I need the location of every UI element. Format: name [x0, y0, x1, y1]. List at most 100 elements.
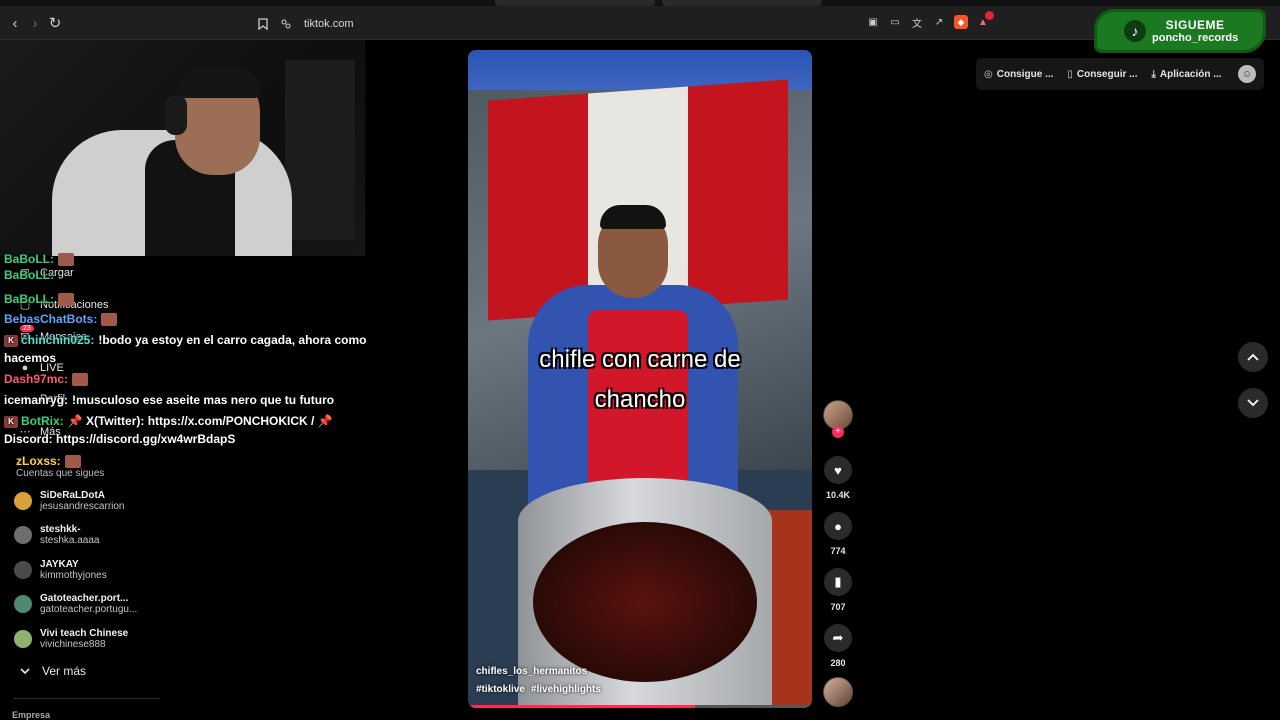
following-name: steshkk-	[40, 524, 81, 535]
chat-username: BaBoLL:	[4, 252, 54, 266]
chat-message: BaBoLL:	[4, 290, 74, 308]
save-count: 707	[830, 602, 846, 612]
address-bar[interactable]: tiktok.com	[258, 14, 354, 34]
hashtag-link[interactable]: #tiktoklive	[476, 684, 525, 695]
chat-emote	[58, 293, 74, 307]
reload-button[interactable]: ↻	[46, 14, 64, 32]
like-action: ♥ 10.4K	[824, 456, 852, 500]
save-button[interactable]: ▮	[824, 568, 852, 596]
browser-toolbar: ‹ › ↻ tiktok.com ▣ ▭ 文 ↗ ◆ ▲	[0, 0, 1280, 40]
back-icon: ‹	[12, 14, 18, 32]
bookmark-icon[interactable]	[258, 18, 268, 30]
following-handle: kimmothyjones	[40, 570, 107, 581]
screen-cast-icon[interactable]: ▭	[888, 15, 902, 29]
video-scene-liquid	[533, 522, 757, 682]
following-item[interactable]: steshkk-steshka.aaaa	[14, 524, 100, 546]
following-handle: steshka.aaaa	[40, 535, 100, 546]
like-button[interactable]: ♥	[824, 456, 852, 484]
like-count: 10.4K	[825, 490, 851, 500]
chat-message: Dash97mc:	[4, 370, 89, 388]
following-item[interactable]: Vivi teach Chinese vivichinese888	[14, 628, 128, 650]
footer-section-label: Empresa	[12, 710, 51, 720]
video-progress-fill	[468, 705, 696, 708]
avatar	[14, 526, 32, 544]
site-info-icon[interactable]	[280, 18, 292, 30]
brave-shield-icon[interactable]: ◆	[954, 15, 968, 29]
user-avatar[interactable]: ☺	[1238, 65, 1256, 83]
reader-mode-icon[interactable]: ▣	[866, 15, 880, 29]
following-item[interactable]: SiDeRaLDotA jesusandrescarrion	[14, 490, 125, 512]
download-icon: ⤓	[1151, 68, 1156, 80]
music-disc-avatar[interactable]	[823, 677, 853, 707]
avatar	[14, 561, 32, 579]
reload-icon: ↻	[48, 15, 62, 32]
top-actions-bar: ◎ Consigue ... ▯ Conseguir ... ⤓ Aplicación…	[976, 58, 1264, 90]
vpn-icon[interactable]: ▲	[976, 11, 994, 29]
coin-icon: ◎	[984, 68, 993, 80]
next-video-button[interactable]	[1238, 388, 1268, 418]
forward-button[interactable]: ›	[26, 14, 44, 32]
chevron-up-icon	[1247, 353, 1259, 361]
following-item[interactable]: JAYKAY kimmothyjones	[14, 559, 107, 581]
following-name: Vivi teach Chinese	[40, 628, 129, 639]
get-app-button[interactable]: ▯ Conseguir ...	[1067, 69, 1137, 80]
comment-icon: ●	[834, 518, 842, 534]
video-player[interactable]: chifle con carne de chancho chifles_los_…	[468, 50, 812, 708]
share-action: ➦ 280	[824, 624, 852, 668]
forward-icon: ›	[32, 14, 38, 32]
comment-button[interactable]: ●	[824, 512, 852, 540]
following-item[interactable]: Gatoteacher.port... gatoteacher.portugu..…	[14, 593, 137, 615]
back-button[interactable]: ‹	[6, 14, 24, 32]
see-more-button[interactable]: Ver más	[20, 664, 86, 678]
browser-tab[interactable]	[662, 0, 822, 6]
pill-label: Consigue ...	[996, 68, 1054, 80]
share-icon[interactable]: ↗	[932, 15, 946, 29]
chat-emote	[64, 455, 81, 469]
avatar	[14, 492, 32, 510]
vpn-badge	[985, 11, 994, 20]
tab-strip	[0, 0, 1280, 6]
avatar	[14, 595, 32, 613]
chevron-down-icon	[20, 668, 30, 675]
chat-message: Kchinchin025: !bodo ya estoy en el carro …	[4, 331, 369, 367]
follow-plus-icon[interactable]: +	[832, 426, 844, 438]
pill-label: Conseguir ...	[1076, 68, 1138, 80]
get-coins-button[interactable]: ◎ Consigue ...	[984, 69, 1053, 80]
chat-username: BaBoLL:	[4, 268, 54, 282]
previous-video-button[interactable]	[1238, 342, 1268, 372]
download-app-button[interactable]: ⤓ Aplicación ...	[1151, 69, 1221, 80]
video-progress-bar[interactable]	[468, 705, 812, 708]
chat-emote	[72, 373, 89, 387]
tiktok-logo-icon: ♪	[1124, 20, 1146, 42]
video-author[interactable]: chifles_los_hermanitos	[476, 666, 587, 677]
url-text[interactable]: tiktok.com	[304, 18, 354, 30]
following-name: SiDeRaLDotA	[40, 490, 106, 501]
chat-message: icemanryg: !musculoso ese aseite mas nero…	[4, 391, 334, 409]
following-handle: gatoteacher.portugu...	[40, 604, 138, 615]
see-more-label: Ver más	[42, 664, 87, 678]
kick-badge-icon: K	[4, 415, 18, 428]
chat-emote	[101, 313, 118, 327]
hashtag-link[interactable]: #livehighlights	[531, 684, 601, 695]
extension-icons: ▣ ▭ 文 ↗ ◆ ▲	[866, 11, 994, 30]
chat-username: BebasChatBots:	[4, 312, 98, 326]
following-section-title: Cuentas que sigues	[16, 468, 105, 479]
chat-username: icemanryg:	[4, 393, 69, 407]
following-name: JAYKAY	[40, 559, 79, 570]
caption-line-2: chancho	[594, 386, 686, 413]
webcam-overlay	[0, 40, 365, 256]
comment-action: ● 774	[824, 512, 852, 556]
phone-icon: ▯	[1067, 68, 1073, 80]
chat-text: !musculoso ese aseite mas nero que tu fu…	[72, 393, 335, 407]
chat-username: zLoxss:	[16, 454, 61, 468]
browser-tab[interactable]	[495, 0, 655, 6]
chat-message: BebasChatBots:	[4, 310, 118, 328]
save-action: ▮ 707	[824, 568, 852, 612]
video-tags: #tiktoklive #livehighlights	[476, 684, 601, 695]
chat-username: BotRix:	[21, 414, 64, 428]
translate-icon[interactable]: 文	[910, 15, 924, 30]
share-button[interactable]: ➦	[824, 624, 852, 652]
chat-emote	[58, 253, 74, 267]
chevron-down-icon	[1247, 399, 1259, 407]
banner-line-1: SIGUEME	[1165, 18, 1225, 32]
